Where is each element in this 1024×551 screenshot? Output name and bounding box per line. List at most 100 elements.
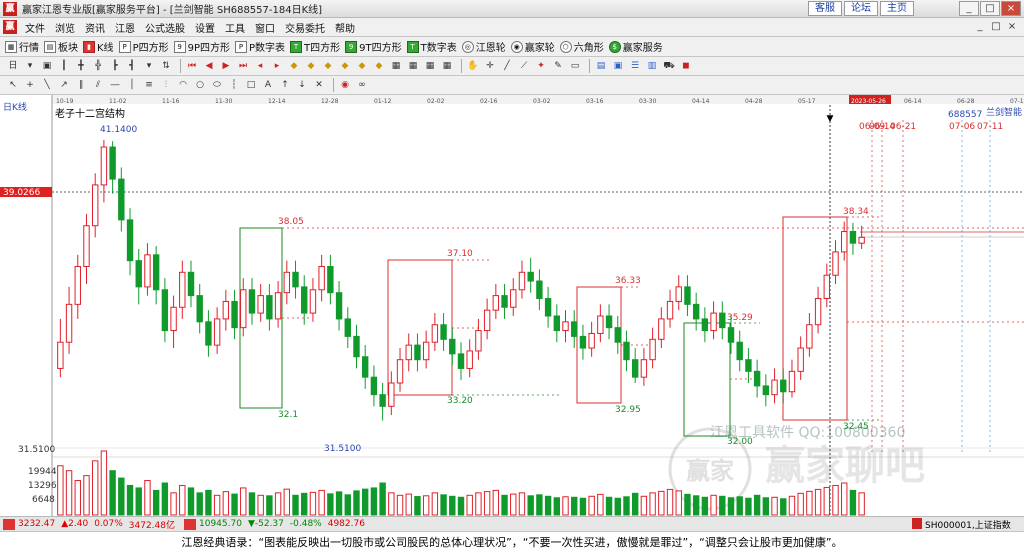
diamond1-icon[interactable]: ◆ [287, 59, 301, 73]
mdi-minimize-button[interactable]: _ [972, 20, 988, 34]
menu-info[interactable]: 资讯 [80, 20, 110, 35]
toolbar-service[interactable]: $ 赢家服务 [608, 39, 663, 54]
right-icon[interactable]: ▸ [270, 59, 284, 73]
toolbar-winner-wheel[interactable]: ◉ 赢家轮 [510, 39, 555, 54]
k-line-icon[interactable]: ╬ [91, 59, 105, 73]
customer-service-link[interactable]: 客服 [808, 1, 842, 16]
gann-fan-icon[interactable]: ⫶ [159, 78, 173, 92]
menu-formula-select[interactable]: 公式选股 [140, 20, 190, 35]
gift-icon[interactable]: ✦ [534, 59, 548, 73]
fib-icon[interactable]: ≡ [142, 78, 156, 92]
hline-icon[interactable]: ― [108, 78, 122, 92]
ray-icon[interactable]: ↗ [57, 78, 71, 92]
menu-trade[interactable]: 交易委托 [280, 20, 330, 35]
mdi-restore-button[interactable]: □ [988, 20, 1004, 34]
menu-tools[interactable]: 工具 [220, 20, 250, 35]
diamond5-icon[interactable]: ◆ [355, 59, 369, 73]
grid-a-icon[interactable]: ▦ [389, 59, 403, 73]
circle-icon[interactable]: ○ [193, 78, 207, 92]
target-icon[interactable]: ◉ [338, 78, 352, 92]
arrow-up-icon[interactable]: ↑ [278, 78, 292, 92]
menu-settings[interactable]: 设置 [190, 20, 220, 35]
volume-bar [152, 489, 160, 516]
dropdown-icon[interactable]: ▾ [23, 59, 37, 73]
next-icon[interactable]: ▶ [219, 59, 233, 73]
prev-icon[interactable]: ◀ [202, 59, 216, 73]
panel-icon[interactable]: ▥ [645, 59, 659, 73]
mdi-close-button[interactable]: × [1004, 20, 1020, 34]
period-icon[interactable]: 日 [6, 59, 20, 73]
toolbar-gann-wheel[interactable]: ◎ 江恩轮 [461, 39, 506, 54]
fan-icon[interactable]: ⟋ [517, 59, 531, 73]
k-dot-icon[interactable]: ┫ [125, 59, 139, 73]
menu-browse[interactable]: 浏览 [50, 20, 80, 35]
arrow-down-icon[interactable]: ↓ [295, 78, 309, 92]
infinity-icon[interactable]: ∞ [355, 78, 369, 92]
toolbar-hexagon[interactable]: ⬡ 六角形 [559, 39, 604, 54]
line-icon[interactable]: ╱ [500, 59, 514, 73]
menu-gann[interactable]: 江恩 [110, 20, 140, 35]
pointer-icon[interactable]: ↖ [6, 78, 20, 92]
menu-help[interactable]: 帮助 [330, 20, 360, 35]
grid-b-icon[interactable]: ▦ [406, 59, 420, 73]
grid-c-icon[interactable]: ▦ [423, 59, 437, 73]
plus-icon[interactable]: + [23, 78, 37, 92]
chart-type-icon[interactable]: ▣ [40, 59, 54, 73]
dropdown2-icon[interactable]: ▾ [142, 59, 156, 73]
hand-icon[interactable]: ✋ [466, 59, 480, 73]
menu-window[interactable]: 窗口 [250, 20, 280, 35]
toolbar-9t-square[interactable]: 9 9T四方形 [345, 39, 402, 54]
maximize-button[interactable]: □ [980, 1, 1000, 16]
text-icon[interactable]: A [261, 78, 275, 92]
save-icon[interactable]: ▣ [611, 59, 625, 73]
adjust-icon[interactable]: ⇅ [159, 59, 173, 73]
toolbar-t-square[interactable]: T T四方形 [290, 39, 340, 54]
channel-icon[interactable]: ⫽ [91, 78, 105, 92]
table-icon[interactable]: ▤ [594, 59, 608, 73]
index-selector[interactable]: SH000001,上证指数 [925, 518, 1011, 531]
ellipse-icon[interactable]: ⬭ [210, 78, 224, 92]
menu-file[interactable]: 文件 [20, 20, 50, 35]
brush-icon[interactable]: ✎ [551, 59, 565, 73]
last-icon[interactable]: ⏭ [236, 59, 250, 73]
toolbar-p-table[interactable]: P P数字表 [235, 39, 285, 54]
rect-icon[interactable]: ▭ [568, 59, 582, 73]
vline-icon[interactable]: │ [125, 78, 139, 92]
period-line-icon[interactable]: ┆ [227, 78, 241, 92]
parallel-icon[interactable]: ∥ [74, 78, 88, 92]
diamond3-icon[interactable]: ◆ [321, 59, 335, 73]
delete-icon[interactable]: ✕ [312, 78, 326, 92]
diamond4-icon[interactable]: ◆ [338, 59, 352, 73]
k-bars-icon[interactable]: ┃ [57, 59, 71, 73]
alarm-icon[interactable]: ◼ [679, 59, 693, 73]
minimize-button[interactable]: _ [959, 1, 979, 16]
box-icon[interactable]: □ [244, 78, 258, 92]
toolbar-sectors[interactable]: ▤ 板块 [44, 39, 78, 54]
diamond2-icon[interactable]: ◆ [304, 59, 318, 73]
toolbar-kline[interactable]: ▮ K线 [83, 39, 114, 54]
segment-icon[interactable]: ╲ [40, 78, 54, 92]
toolbar-quotes[interactable]: ▦ 行情 [5, 39, 39, 54]
menu-app-icon[interactable]: 赢 [3, 20, 17, 34]
diamond6-icon[interactable]: ◆ [372, 59, 386, 73]
grid-d-icon[interactable]: ▦ [440, 59, 454, 73]
homepage-link[interactable]: 主页 [880, 1, 914, 16]
kline-chart-area[interactable]: 10-19 11-02 11-16 11-30 12-14 12-28 01-12 02-02… [0, 95, 1024, 516]
car-icon[interactable]: ⛟ [662, 59, 676, 73]
list-icon[interactable]: ☰ [628, 59, 642, 73]
left-icon[interactable]: ◂ [253, 59, 267, 73]
crosshair-icon[interactable]: ✛ [483, 59, 497, 73]
toolbar-t-table[interactable]: T T数字表 [406, 39, 457, 54]
toolbar-sectors-label: 板块 [58, 43, 78, 54]
arc-icon[interactable]: ◠ [176, 78, 190, 92]
toolbar-p-square[interactable]: P P四方形 [118, 39, 169, 54]
candle-body [841, 231, 848, 253]
close-button[interactable]: × [1001, 1, 1021, 16]
first-icon[interactable]: ⏮ [185, 59, 199, 73]
volume-bar [605, 496, 613, 516]
toolbar-9p-square[interactable]: 9 9P四方形 [173, 39, 230, 54]
forum-link[interactable]: 论坛 [844, 1, 878, 16]
kline-chart[interactable]: 10-19 11-02 11-16 11-30 12-14 12-28 01-12 02-02… [0, 95, 1024, 516]
k-hollow-icon[interactable]: ╋ [74, 59, 88, 73]
k-bar-icon[interactable]: ┣ [108, 59, 122, 73]
